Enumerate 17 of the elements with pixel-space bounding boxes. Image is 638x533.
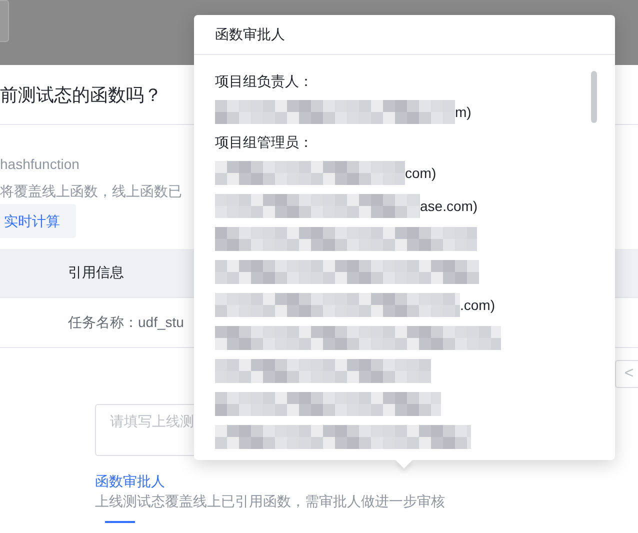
approver-hint: 上线测试态覆盖线上已引用函数，需审批人做进一步审核 bbox=[95, 492, 445, 511]
scrollbar-thumb[interactable] bbox=[591, 71, 597, 123]
email-fragment: .com) bbox=[460, 296, 495, 312]
column-header: 引用信息 bbox=[68, 264, 124, 282]
function-name: hashfunction bbox=[0, 155, 80, 174]
email-fragment: ase.com) bbox=[420, 198, 478, 214]
section-label: 项目组负责人： bbox=[215, 72, 314, 91]
dialog-title: 前测试态的函数吗？ bbox=[0, 84, 162, 106]
email-fragment: m) bbox=[455, 104, 472, 120]
popover-title: 函数审批人 bbox=[215, 26, 285, 44]
active-underline bbox=[105, 521, 135, 523]
email-fragment: com) bbox=[405, 164, 436, 180]
section-label: 项目组管理员： bbox=[215, 133, 314, 152]
approver-link[interactable]: 函数审批人 bbox=[95, 471, 165, 491]
toolbar-button[interactable] bbox=[0, 0, 9, 42]
category-tag: 实时计算 bbox=[0, 204, 76, 238]
warning-text: 将覆盖线上函数，线上函数已 bbox=[0, 182, 182, 201]
